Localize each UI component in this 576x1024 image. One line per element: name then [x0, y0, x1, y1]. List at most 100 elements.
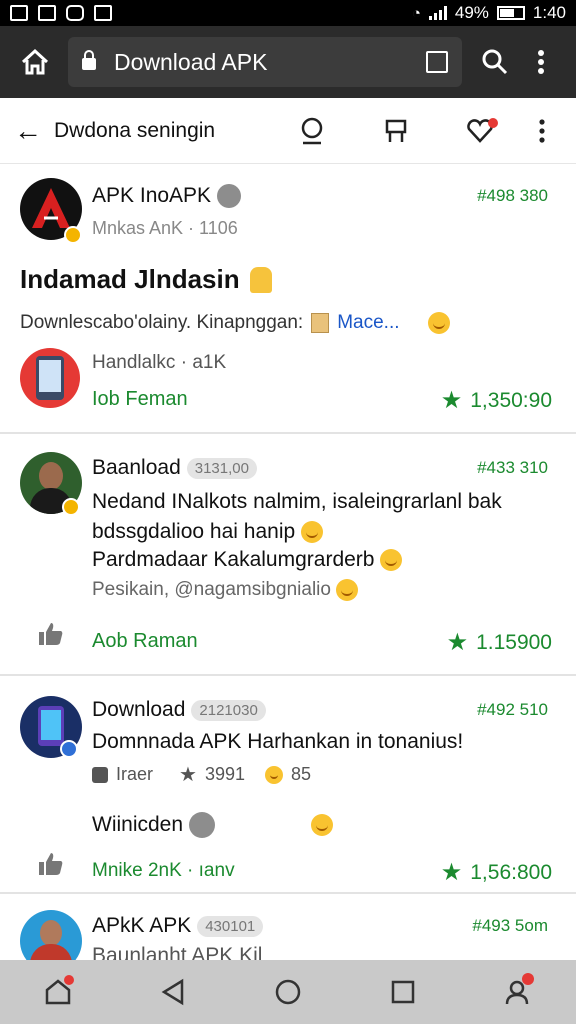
post-headline: Indamad Jlndasin — [20, 264, 272, 295]
post-card[interactable]: APkK APK 430101 #493 5om Baunlanht APK K… — [0, 894, 576, 960]
profile-button[interactable] — [270, 117, 354, 145]
star-icon: ★ — [440, 859, 463, 886]
verified-badge-icon — [64, 226, 82, 244]
nav-back-button[interactable] — [143, 967, 203, 1017]
browser-toolbar: Download APK — [0, 26, 576, 98]
tabs-icon[interactable] — [426, 51, 448, 73]
post-card[interactable]: Baanload 3131,00 #433 310 Nedand INalkot… — [0, 434, 576, 676]
post-description: Downlescabo'olainy. Kinapnggan: Mace... — [20, 312, 450, 334]
page-menu-button[interactable] — [522, 118, 562, 143]
post-text-line: Pardmadaar Kakalumgrarderb — [92, 546, 403, 574]
post-rank: #433 310 — [477, 458, 548, 477]
notification-dot — [522, 973, 535, 985]
system-nav-bar — [0, 960, 576, 1024]
home-icon — [21, 48, 49, 75]
lock-icon — [82, 50, 96, 70]
phone-icon — [36, 356, 64, 400]
thumbs-up-icon[interactable] — [38, 852, 64, 876]
secondary-title: Wiinicden — [92, 812, 334, 838]
address-bar[interactable]: Download APK — [68, 37, 462, 87]
post-rank: #498 380 — [477, 186, 548, 205]
nav-home-button[interactable] — [258, 967, 318, 1017]
verified-badge-icon — [60, 740, 78, 758]
nav-profile-button[interactable] — [488, 967, 548, 1017]
smile-emoji-icon — [427, 312, 450, 334]
search-icon — [482, 49, 508, 75]
post-text-line: Nedand INalkots nalmim, isaleingrarlanl … — [92, 490, 502, 513]
post-subtitle: Mnkas AnK · 1106 — [92, 218, 238, 238]
url-text: Download APK — [114, 48, 268, 75]
gallery-notification-icon — [38, 5, 56, 21]
author-name[interactable]: Baanload 3131,00 — [92, 456, 257, 480]
action-link[interactable]: Aob Raman — [92, 630, 198, 653]
rating: ★ 1.15900 — [446, 629, 552, 656]
author-name[interactable]: Download 2121030 — [92, 698, 266, 722]
more-link[interactable]: Mace... — [337, 312, 399, 334]
star-icon: ★ — [446, 629, 469, 656]
image-notification-icon — [10, 5, 28, 21]
author-tag: 3131,00 — [186, 457, 257, 479]
emoji-icon — [217, 184, 242, 208]
clock: 1:40 — [532, 3, 566, 22]
rating: ★ 1,350:90 — [440, 387, 552, 414]
browser-menu-button[interactable] — [518, 39, 564, 85]
page-title: Dwdona seningin — [54, 118, 216, 142]
person-icon — [301, 117, 323, 144]
battery-percent: 49% — [454, 3, 489, 22]
app-meta: Handlalkc · a1K — [92, 352, 227, 373]
status-bar: ◔ 49% 1:40 — [0, 0, 576, 26]
back-arrow-icon[interactable]: ← — [14, 115, 54, 147]
star-outline-icon: ★ — [179, 764, 197, 786]
thumbs-up-icon[interactable] — [38, 622, 64, 646]
author-name[interactable]: APkK APK 430101 — [92, 914, 264, 938]
post-rank: #492 510 — [477, 700, 548, 719]
signal-icon — [428, 6, 447, 20]
app-bar: ← Dwdona seningin — [0, 98, 576, 164]
emoji-icon — [189, 812, 216, 838]
home-circle-icon — [275, 979, 301, 1005]
action-link[interactable]: Iob Feman — [92, 388, 188, 411]
post-feed[interactable]: APK InoAPK Mnkas AnK · 1106 #498 380 Ind… — [0, 164, 576, 960]
post-meta-row: Iraer ★ 3991 85 — [92, 762, 311, 787]
author-name[interactable]: APK InoAPK — [92, 184, 242, 208]
verified-badge-icon — [62, 498, 80, 516]
nav-recents-button[interactable] — [373, 967, 433, 1017]
favorites-button[interactable] — [438, 117, 522, 144]
face-shape — [40, 920, 62, 946]
more-vert-icon — [538, 50, 544, 74]
avatar[interactable] — [20, 910, 82, 960]
battery-icon — [496, 6, 525, 20]
author-tag: 2121030 — [191, 699, 266, 721]
smile-emoji-icon — [301, 521, 324, 544]
nav-home-shape-button[interactable] — [28, 967, 88, 1017]
action-link[interactable]: Mnike 2nK · ıanv — [92, 860, 235, 882]
smile-emoji-icon — [311, 814, 334, 836]
smile-emoji-icon — [265, 765, 283, 784]
mail-notification-icon — [94, 5, 112, 21]
image-icon — [92, 766, 108, 783]
back-triangle-icon — [161, 978, 184, 1006]
rating: ★ 1,56:800 — [440, 859, 552, 886]
home-button[interactable] — [12, 39, 58, 85]
recents-square-icon — [391, 980, 415, 1004]
post-text-line: bdssgdalioo hai hanip — [92, 518, 324, 546]
shield-notification-icon — [66, 5, 84, 21]
shoulders-shape — [30, 944, 72, 960]
post-text-line: Baunlanht APK Kil — [92, 944, 263, 960]
package-emoji-icon — [311, 313, 330, 333]
phone-icon — [38, 706, 64, 746]
notification-dot — [488, 117, 498, 128]
star-icon: ★ — [440, 387, 463, 414]
search-button[interactable] — [472, 39, 518, 85]
bookmark-icon — [385, 119, 407, 142]
more-vert-icon — [539, 118, 545, 143]
app-thumbnail[interactable] — [20, 348, 80, 408]
wifi-icon: ◔ — [411, 4, 421, 22]
author-tag: 430101 — [197, 915, 264, 937]
bookmark-button[interactable] — [354, 118, 438, 144]
post-text-line: Domnnada APK Harhankan in tonanius! — [92, 730, 464, 753]
notification-dot — [63, 975, 74, 985]
post-card[interactable]: APK InoAPK Mnkas AnK · 1106 #498 380 Ind… — [0, 164, 576, 434]
smile-emoji-icon — [336, 578, 359, 601]
post-card[interactable]: Download 2121030 #492 510 Domnnada APK H… — [0, 676, 576, 894]
